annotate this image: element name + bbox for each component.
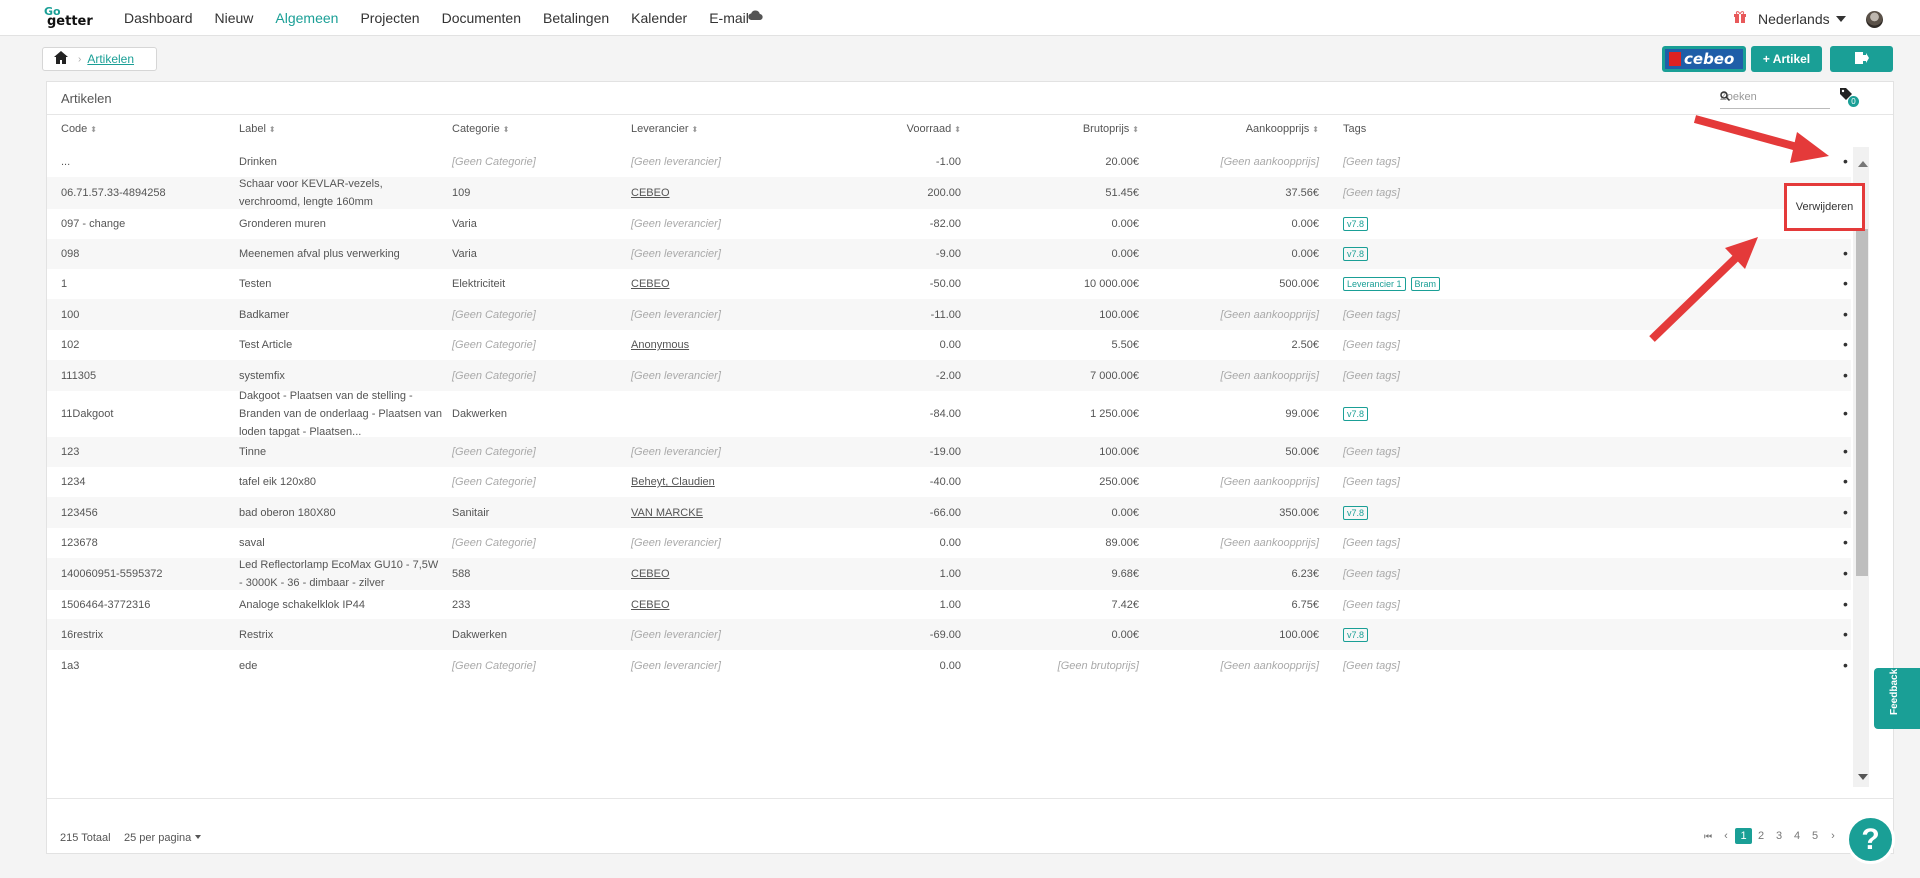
help-button[interactable]: ?	[1846, 815, 1895, 864]
annotation-arrows	[1649, 115, 1829, 342]
feedback-tab[interactable]: Feedback	[1874, 668, 1920, 729]
